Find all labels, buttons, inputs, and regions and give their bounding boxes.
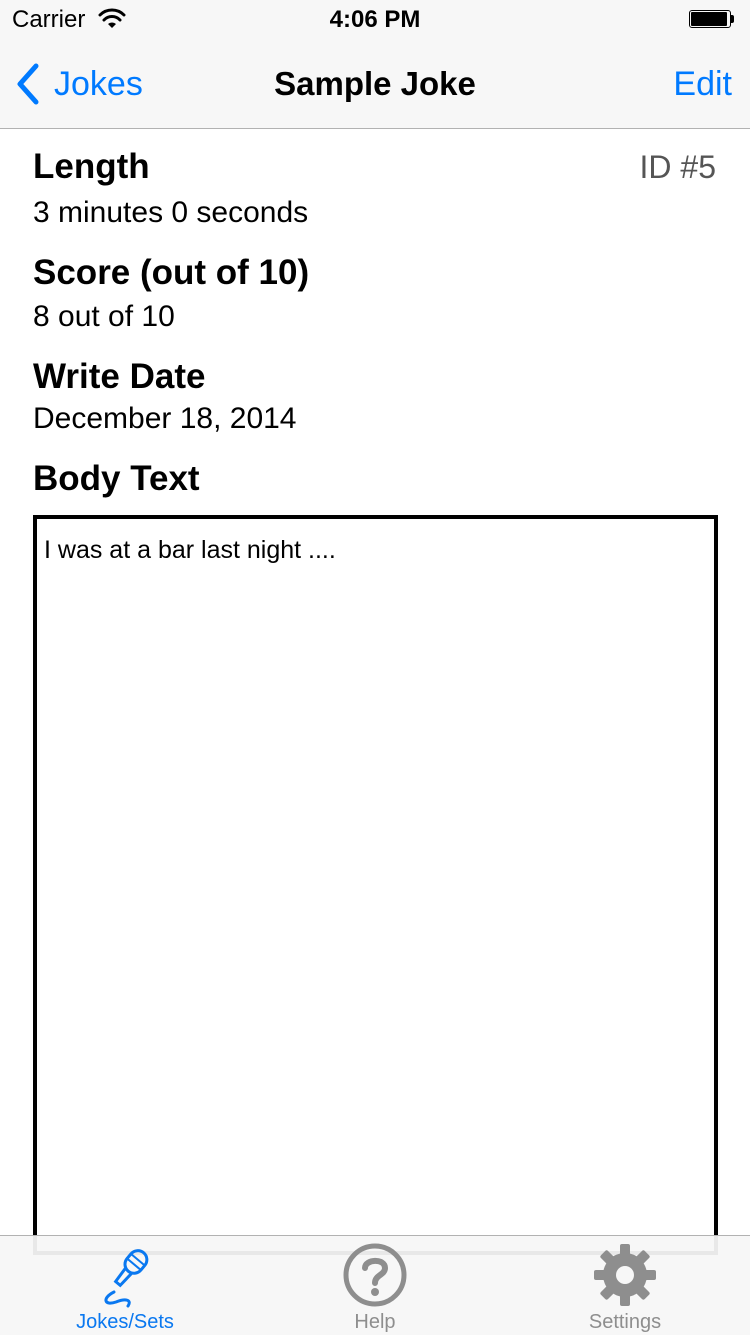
tab-settings-label: Settings bbox=[588, 1311, 662, 1333]
edit-button[interactable]: Edit bbox=[673, 62, 732, 106]
tab-bar: Jokes/Sets Help Settings bbox=[0, 1235, 750, 1335]
score-value: 8 out of 10 bbox=[33, 300, 175, 333]
tab-settings[interactable]: Settings bbox=[500, 1236, 750, 1335]
joke-detail: ID #5 Length 3 minutes 0 seconds Score (… bbox=[0, 129, 750, 1255]
tab-help[interactable]: Help bbox=[250, 1236, 500, 1335]
length-value: 3 minutes 0 seconds bbox=[33, 196, 309, 229]
page-title: Sample Joke bbox=[274, 65, 476, 102]
write-date-heading: Write Date bbox=[33, 357, 206, 396]
write-date-value: December 18, 2014 bbox=[33, 402, 297, 435]
joke-id-label: ID #5 bbox=[639, 149, 716, 185]
length-heading: Length bbox=[33, 147, 150, 186]
microphone-icon bbox=[104, 1249, 149, 1308]
tab-jokes-sets-label: Jokes/Sets bbox=[76, 1311, 174, 1333]
battery-icon bbox=[689, 10, 737, 30]
question-mark-icon bbox=[343, 1243, 407, 1307]
body-text-heading: Body Text bbox=[33, 459, 200, 498]
tab-jokes-sets[interactable]: Jokes/Sets bbox=[0, 1236, 250, 1335]
body-text-box[interactable]: I was at a bar last night .... bbox=[33, 515, 718, 1255]
tab-help-label: Help bbox=[354, 1311, 396, 1333]
status-bar: Carrier 4:06 PM bbox=[0, 0, 750, 40]
gear-icon bbox=[594, 1244, 656, 1306]
body-text-content: I was at a bar last night .... bbox=[44, 536, 336, 564]
navigation-bar: Jokes Sample Joke Edit bbox=[0, 40, 750, 129]
score-heading: Score (out of 10) bbox=[33, 253, 310, 292]
battery-level-fill bbox=[691, 12, 727, 26]
status-time: 4:06 PM bbox=[329, 6, 421, 33]
